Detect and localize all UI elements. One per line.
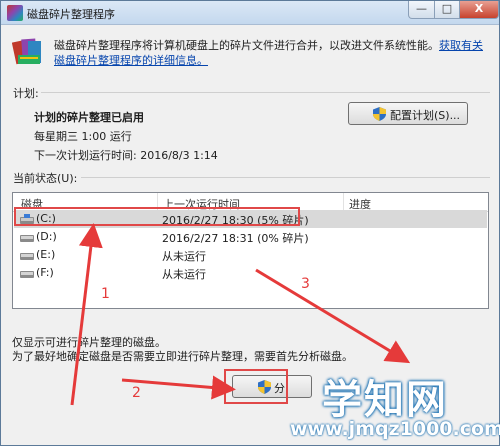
window-title: 磁盘碎片整理程序 <box>27 8 115 21</box>
schedule-divider <box>41 92 490 93</box>
close-button[interactable]: X <box>459 1 499 19</box>
annotation-step-1: 1 <box>101 286 110 302</box>
disk-name: (F:) <box>36 266 54 279</box>
app-icon <box>7 5 23 21</box>
status-divider <box>81 177 490 178</box>
maximize-button[interactable]: □ <box>434 1 460 19</box>
disk-row-d[interactable]: (D:) 2016/2/27 18:31 (0% 碎片) <box>14 228 487 246</box>
title-bar[interactable]: 磁盘碎片整理程序 — □ X <box>1 1 499 25</box>
disk-last-run: 2016/2/27 18:31 (0% 碎片) <box>162 232 309 245</box>
status-section-label: 当前状态(U): <box>13 172 78 185</box>
disk-name: (E:) <box>36 248 56 261</box>
highlight-analyze-button <box>224 369 288 404</box>
analyze-note: 为了最好地确定磁盘是否需要立即进行碎片整理，需要首先分析磁盘。 <box>12 350 353 363</box>
disk-name: (D:) <box>36 230 57 243</box>
defrag-app-icon <box>12 38 41 65</box>
drive-icon <box>20 235 34 242</box>
schedule-section-label: 计划: <box>13 87 39 100</box>
intro-text: 磁盘碎片整理程序将计算机硬盘上的碎片文件进行合并，以改进文件系统性能。获取有关磁… <box>54 38 490 68</box>
schedule-next-run: 下一次计划运行时间: 2016/8/3 1:14 <box>34 149 218 162</box>
disk-last-run: 从未运行 <box>162 268 206 281</box>
disk-last-run: 从未运行 <box>162 250 206 263</box>
highlight-disk-row <box>14 207 300 226</box>
annotation-step-2: 2 <box>132 385 141 401</box>
annotation-step-3: 3 <box>301 276 310 292</box>
schedule-frequency: 每星期三 1:00 运行 <box>34 130 132 143</box>
minimize-button[interactable]: — <box>408 1 435 19</box>
configure-schedule-label: 配置计划(S)... <box>390 109 461 122</box>
drive-icon <box>20 271 34 278</box>
configure-schedule-button[interactable]: 配置计划(S)... <box>348 102 468 125</box>
watermark-url: www.jmqz1000.com <box>290 418 500 440</box>
disk-row-e[interactable]: (E:) 从未运行 <box>14 246 487 264</box>
disk-row-f[interactable]: (F:) 从未运行 <box>14 264 487 282</box>
shield-icon <box>373 107 386 121</box>
watermark-logo: 学知网 <box>322 377 448 423</box>
drive-icon <box>20 253 34 260</box>
schedule-heading: 计划的碎片整理已启用 <box>34 111 144 124</box>
intro-description: 磁盘碎片整理程序将计算机硬盘上的碎片文件进行合并，以改进文件系统性能。 <box>54 39 439 52</box>
